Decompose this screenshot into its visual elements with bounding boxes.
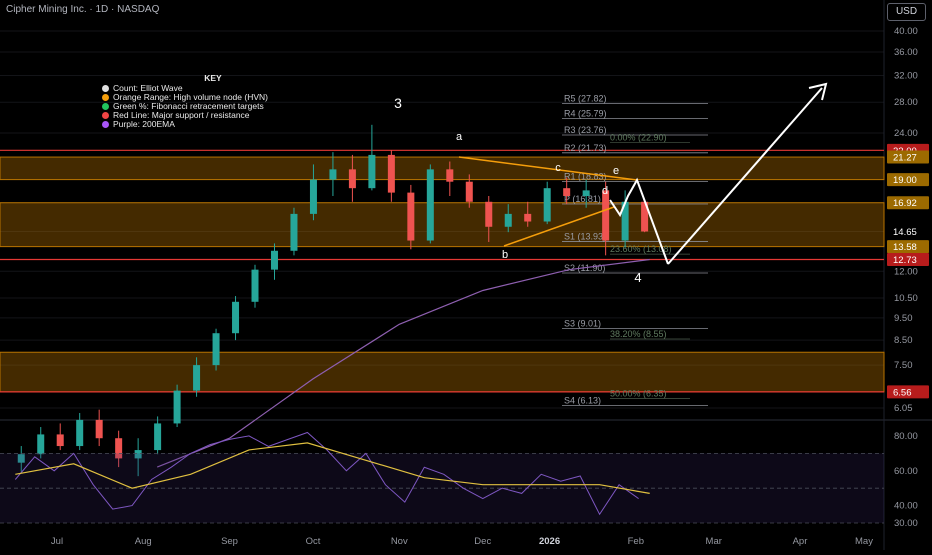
price-badge-label: 12.73 xyxy=(893,255,917,266)
legend-dot-icon xyxy=(102,85,109,92)
candle-body xyxy=(270,250,278,270)
candle-body xyxy=(329,169,337,180)
candle-body xyxy=(193,365,201,391)
candle-body xyxy=(602,190,610,241)
price-badge-label: 14.65 xyxy=(893,227,917,238)
time-tick-label: May xyxy=(855,536,873,547)
chart-title: Cipher Mining Inc. · 1D · NASDAQ xyxy=(6,4,160,15)
time-tick-label: Apr xyxy=(793,536,808,547)
wave-label: d xyxy=(602,185,608,197)
price-badge-label: 19.00 xyxy=(893,175,917,186)
pivot-level-label: R2 (21.73) xyxy=(564,143,607,153)
candle-body xyxy=(348,169,356,189)
oscillator-tick-label: 80.00 xyxy=(894,431,918,442)
candle-body xyxy=(504,213,512,227)
time-tick-label: Dec xyxy=(474,536,491,547)
candle-body xyxy=(368,154,376,189)
candle-body xyxy=(563,188,571,197)
legend-item-label: Purple: 200EMA xyxy=(113,119,175,129)
candle-body xyxy=(426,169,434,241)
oscillator-tick-label: 30.00 xyxy=(894,518,918,529)
price-badge-label: 13.58 xyxy=(893,242,917,253)
legend-dot-icon xyxy=(102,112,109,119)
candle-body xyxy=(95,419,103,439)
candle-body xyxy=(37,434,45,455)
candle-body xyxy=(212,333,220,366)
candle-body xyxy=(465,181,473,202)
time-tick-label: Nov xyxy=(391,536,408,547)
price-tick-label: 9.50 xyxy=(894,313,913,324)
candle-body xyxy=(173,390,181,424)
candle-body xyxy=(446,169,454,182)
price-tick-label: 36.00 xyxy=(894,47,918,58)
chart-wrapper: R5 (27.82) R4 (25.79) R3 (23.76) R2 (21.73)… xyxy=(0,0,932,550)
candle-body xyxy=(56,434,64,447)
time-tick-label: Mar xyxy=(706,536,722,547)
pivot-level-label: S3 (9.01) xyxy=(564,319,601,329)
legend-dot-icon xyxy=(102,94,109,101)
hvn-zone xyxy=(0,351,885,393)
legend-dot-icon xyxy=(102,121,109,128)
candle-body xyxy=(251,269,259,302)
wave-label: b xyxy=(502,249,508,261)
price-badge-label: 21.27 xyxy=(893,153,917,164)
price-tick-label: 7.50 xyxy=(894,360,913,371)
currency-button[interactable]: USD xyxy=(887,3,926,21)
pivot-level-label: R3 (23.76) xyxy=(564,125,607,135)
candle-body xyxy=(387,154,395,193)
oscillator-tick-label: 40.00 xyxy=(894,501,918,512)
time-tick-label: 2026 xyxy=(539,536,560,547)
candle-body xyxy=(290,213,298,251)
candle-body xyxy=(232,301,240,334)
price-tick-label: 40.00 xyxy=(894,26,918,37)
candle-body xyxy=(524,213,532,222)
candle-body xyxy=(309,179,317,214)
fib-level-label: 38.20% (8.55) xyxy=(610,329,667,339)
price-tick-label: 8.50 xyxy=(894,335,913,346)
wave-label: e xyxy=(613,165,619,177)
legend-key: KEY Count: Elliot Wave Orange Range: Hig… xyxy=(102,74,324,129)
wave-label: a xyxy=(456,131,463,143)
price-tick-label: 6.05 xyxy=(894,403,913,414)
time-tick-label: Oct xyxy=(306,536,321,547)
time-tick-label: Aug xyxy=(135,536,152,547)
candle-body xyxy=(154,423,162,451)
pivot-level-label: R5 (27.82) xyxy=(564,93,607,103)
wave-label: 4 xyxy=(634,270,641,285)
time-tick-label: Sep xyxy=(221,536,238,547)
legend-dot-icon xyxy=(102,103,109,110)
price-badge-label: 16.92 xyxy=(893,198,917,209)
time-tick-label: Feb xyxy=(628,536,644,547)
price-tick-label: 28.00 xyxy=(894,97,918,108)
pivot-level-label: S4 (6.13) xyxy=(564,395,601,405)
candle-body xyxy=(485,201,493,227)
price-badge-label: 6.56 xyxy=(893,387,912,398)
oscillator-tick-label: 60.00 xyxy=(894,466,918,477)
time-tick-label: Jul xyxy=(51,536,63,547)
price-tick-label: 24.00 xyxy=(894,128,918,139)
candle-body xyxy=(543,188,551,222)
legend-item: Purple: 200EMA xyxy=(102,120,324,129)
fib-level-label: 50.00% (6.35) xyxy=(610,388,667,398)
fib-level-label: 0.00% (22.90) xyxy=(610,132,667,142)
candle-body xyxy=(76,419,84,447)
pivot-level-label: S1 (13.93) xyxy=(564,232,606,242)
price-tick-label: 12.00 xyxy=(894,266,918,277)
candle-body xyxy=(582,190,590,197)
hvn-zone xyxy=(0,202,885,248)
candle-body xyxy=(407,192,415,241)
wave-label: c xyxy=(555,162,561,174)
price-tick-label: 32.00 xyxy=(894,71,918,82)
legend-key-title: KEY xyxy=(204,73,222,83)
wave-label: 3 xyxy=(394,95,402,111)
pivot-level-label: R4 (25.79) xyxy=(564,109,607,119)
price-tick-label: 10.50 xyxy=(894,293,918,304)
